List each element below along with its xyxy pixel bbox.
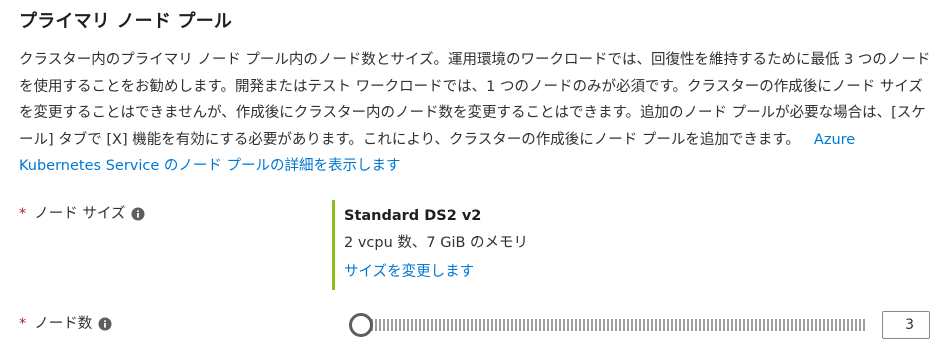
node-size-label: * ノード サイズ <box>19 203 145 225</box>
info-icon[interactable] <box>131 207 145 221</box>
node-count-label: * ノード数 <box>19 313 112 335</box>
required-marker: * <box>19 206 27 222</box>
node-size-name: Standard DS2 v2 <box>344 208 482 224</box>
node-count-input[interactable] <box>882 311 930 339</box>
node-count-slider[interactable] <box>349 313 865 337</box>
node-count-label-text: ノード数 <box>34 316 93 332</box>
node-size-summary: Standard DS2 v2 2 vcpu 数、7 GiB のメモリ サイズを… <box>332 200 528 290</box>
section-title: プライマリ ノード プール <box>19 11 233 32</box>
required-marker: * <box>19 316 27 332</box>
change-size-link[interactable]: サイズを変更します <box>344 258 528 286</box>
node-size-label-text: ノード サイズ <box>34 206 126 222</box>
info-icon[interactable] <box>98 317 112 331</box>
slider-track[interactable] <box>371 319 865 331</box>
node-size-specs: 2 vcpu 数、7 GiB のメモリ <box>344 235 529 251</box>
description-text: クラスター内のプライマリ ノード プール内のノード数とサイズ。運用環境のワークロ… <box>19 52 931 148</box>
slider-thumb[interactable] <box>349 313 373 337</box>
section-description: クラスター内のプライマリ ノード プール内のノード数とサイズ。運用環境のワークロ… <box>19 47 934 180</box>
